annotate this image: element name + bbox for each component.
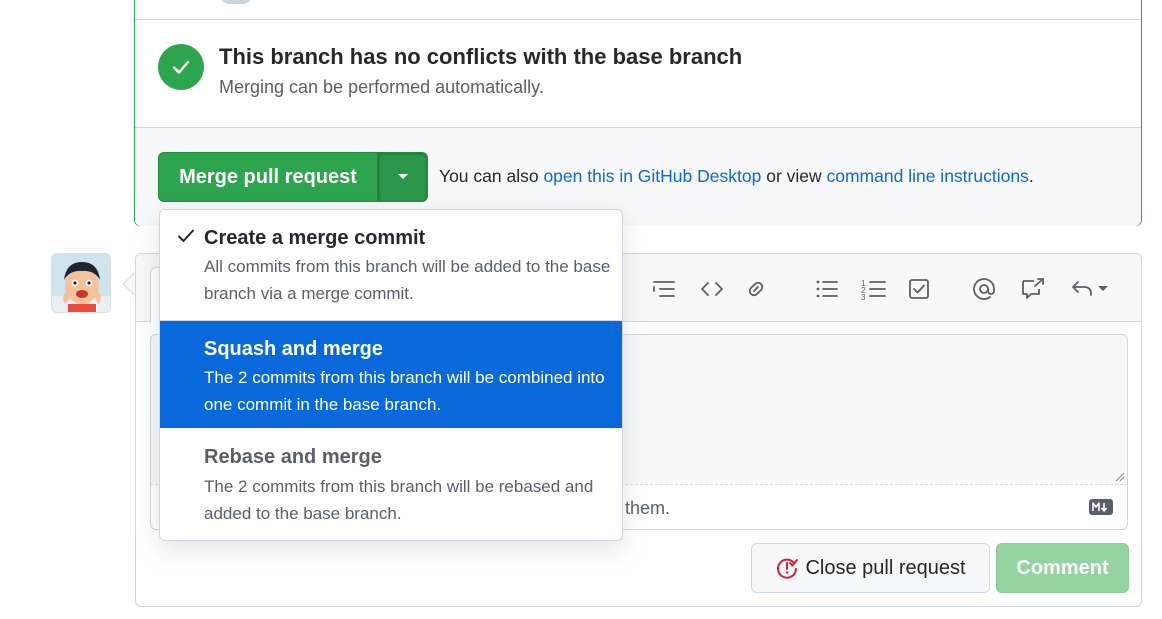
- task-list-icon[interactable]: [649, 274, 679, 304]
- status-title: This branch has no conflicts with the ba…: [219, 44, 743, 69]
- check-circle-icon: [158, 44, 204, 90]
- avatar: [221, 0, 251, 4]
- close-pull-request-label: Close pull request: [805, 556, 966, 579]
- merge-pull-request-button[interactable]: Merge pull request: [158, 152, 378, 202]
- menu-item-title: Create a merge commit: [204, 227, 426, 249]
- link-icon[interactable]: [741, 274, 771, 304]
- ordered-list-icon[interactable]: 123: [859, 274, 889, 304]
- merge-method-dropdown-button[interactable]: [378, 152, 428, 202]
- resize-handle-icon[interactable]: [1113, 470, 1125, 482]
- menu-item-create-merge-commit[interactable]: Create a merge commit All commits from t…: [160, 210, 622, 321]
- markdown-icon[interactable]: [1089, 499, 1113, 515]
- also-suffix: .: [1028, 166, 1034, 186]
- menu-item-description: All commits from this branch will be add…: [204, 257, 611, 303]
- merge-alternatives: You can also open this in GitHub Desktop…: [439, 166, 1034, 187]
- menu-item-title: Rebase and merge: [204, 446, 382, 468]
- cross-reference-icon[interactable]: [1018, 274, 1048, 304]
- menu-item-description: The 2 commits from this branch will be r…: [204, 477, 594, 523]
- comment-button[interactable]: Comment: [996, 543, 1129, 593]
- status-subtitle: Merging can be performed automatically.: [219, 77, 544, 97]
- menu-item-title: Squash and merge: [204, 338, 383, 360]
- check-icon: [178, 229, 194, 242]
- command-line-instructions-link[interactable]: command line instructions: [827, 166, 1029, 186]
- avatar-illustration: [52, 254, 110, 312]
- triangle-down-icon: [398, 174, 408, 179]
- svg-text:3: 3: [861, 293, 866, 300]
- menu-item-rebase-and-merge[interactable]: Rebase and merge The 2 commits from this…: [160, 428, 622, 540]
- checklist-icon[interactable]: [904, 274, 934, 304]
- menu-item-description: The 2 commits from this branch will be c…: [204, 368, 605, 414]
- timeline-edge: [135, 0, 1141, 20]
- user-avatar[interactable]: [51, 253, 111, 313]
- close-pull-request-button[interactable]: Close pull request: [751, 543, 990, 593]
- merge-method-menu: Create a merge commit All commits from t…: [159, 209, 623, 541]
- mention-icon[interactable]: [969, 274, 999, 304]
- reply-icon[interactable]: [1068, 274, 1116, 304]
- also-prefix: You can also: [439, 166, 544, 186]
- merge-box: This branch has no conflicts with the ba…: [134, 0, 1142, 226]
- issue-closed-icon: [777, 558, 799, 579]
- unordered-list-icon[interactable]: [812, 274, 842, 304]
- menu-item-squash-and-merge[interactable]: Squash and merge The 2 commits from this…: [160, 321, 622, 428]
- code-icon[interactable]: [697, 274, 727, 304]
- merge-status: This branch has no conflicts with the ba…: [135, 20, 1141, 128]
- also-middle: or view: [761, 166, 827, 186]
- github-desktop-link[interactable]: open this in GitHub Desktop: [543, 166, 761, 186]
